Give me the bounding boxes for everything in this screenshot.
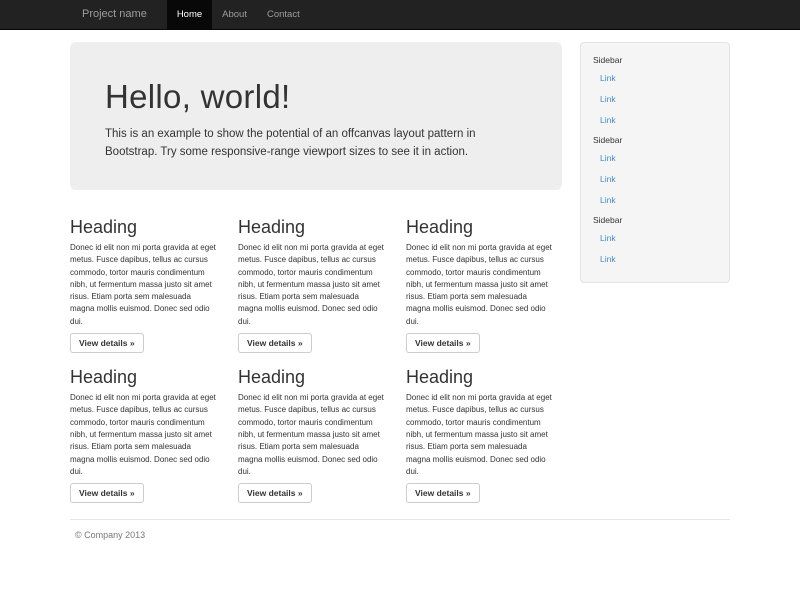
sidebar-link[interactable]: Link [593, 249, 721, 270]
navbar-brand[interactable]: Project name [70, 0, 159, 29]
card-body: Donec id elit non mi porta gravida at eg… [238, 392, 395, 478]
card-body: Donec id elit non mi porta gravida at eg… [70, 392, 227, 478]
card-heading: Heading [70, 216, 227, 238]
content-row: Hello, world! This is an example to show… [70, 30, 730, 503]
nav-item-contact[interactable]: Contact [257, 0, 310, 29]
sidebar-link[interactable]: Link [593, 148, 721, 169]
jumbotron-lead: This is an example to show the potential… [105, 125, 542, 161]
nav-item-home[interactable]: Home [167, 0, 212, 29]
sidebar-link[interactable]: Link [593, 110, 721, 131]
sidebar-group-title: Sidebar [593, 213, 721, 228]
cards-row-1: Heading Donec id elit non mi porta gravi… [70, 190, 570, 353]
card-heading: Heading [406, 216, 563, 238]
page-container: Hello, world! This is an example to show… [70, 30, 730, 540]
content-card: Heading Donec id elit non mi porta gravi… [238, 190, 395, 353]
card-body: Donec id elit non mi porta gravida at eg… [238, 242, 395, 328]
navbar: Project name Home About Contact [0, 0, 800, 30]
copyright-text: © Company 2013 [75, 530, 730, 540]
cards-row-2: Heading Donec id elit non mi porta gravi… [70, 353, 570, 503]
card-body: Donec id elit non mi porta gravida at eg… [70, 242, 227, 328]
sidebar-link[interactable]: Link [593, 190, 721, 211]
content-card: Heading Donec id elit non mi porta gravi… [70, 190, 227, 353]
sidebar-link[interactable]: Link [593, 228, 721, 249]
sidebar-link[interactable]: Link [593, 68, 721, 89]
content-card: Heading Donec id elit non mi porta gravi… [70, 353, 227, 503]
view-details-button[interactable]: View details » [70, 333, 144, 353]
card-heading: Heading [238, 216, 395, 238]
sidebar-link[interactable]: Link [593, 89, 721, 110]
navbar-menu: Home About Contact [167, 0, 310, 29]
view-details-button[interactable]: View details » [238, 483, 312, 503]
navbar-container: Project name Home About Contact [70, 0, 730, 29]
jumbotron: Hello, world! This is an example to show… [70, 42, 562, 190]
sidebar-group-title: Sidebar [593, 53, 721, 68]
content-card: Heading Donec id elit non mi porta gravi… [406, 353, 563, 503]
content-card: Heading Donec id elit non mi porta gravi… [406, 190, 563, 353]
sidebar-group-title: Sidebar [593, 133, 721, 148]
view-details-button[interactable]: View details » [238, 333, 312, 353]
footer: © Company 2013 [70, 519, 730, 540]
card-heading: Heading [70, 366, 227, 388]
nav-item-about[interactable]: About [212, 0, 257, 29]
nav-link-about[interactable]: About [212, 0, 257, 29]
view-details-button[interactable]: View details » [406, 333, 480, 353]
main-column: Hello, world! This is an example to show… [70, 30, 570, 503]
sidebar-group: Sidebar Link Link Link [593, 53, 721, 131]
nav-link-home[interactable]: Home [167, 0, 212, 29]
card-body: Donec id elit non mi porta gravida at eg… [406, 392, 563, 478]
content-card: Heading Donec id elit non mi porta gravi… [238, 353, 395, 503]
nav-link-contact[interactable]: Contact [257, 0, 310, 29]
sidebar-link[interactable]: Link [593, 169, 721, 190]
sidebar-group: Sidebar Link Link [593, 213, 721, 270]
jumbotron-title: Hello, world! [105, 78, 542, 116]
sidebar-group: Sidebar Link Link Link [593, 133, 721, 211]
view-details-button[interactable]: View details » [406, 483, 480, 503]
view-details-button[interactable]: View details » [70, 483, 144, 503]
card-heading: Heading [238, 366, 395, 388]
sidebar: Sidebar Link Link Link Sidebar Link Link… [580, 42, 730, 283]
card-heading: Heading [406, 366, 563, 388]
card-body: Donec id elit non mi porta gravida at eg… [406, 242, 563, 328]
